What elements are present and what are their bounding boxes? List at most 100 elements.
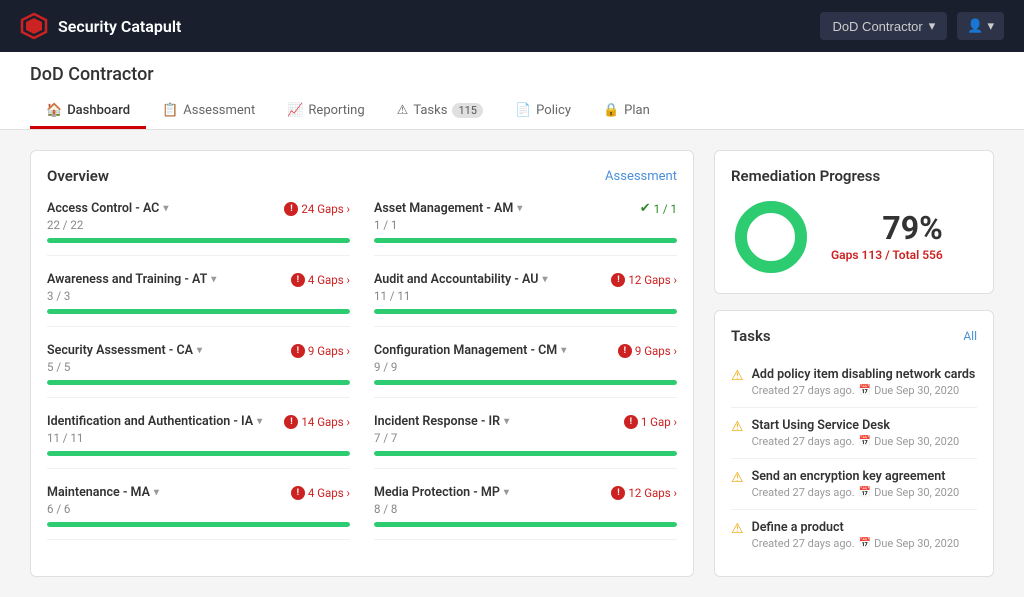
reporting-icon: 📈	[287, 103, 303, 118]
progress-bar	[47, 238, 350, 243]
gaps-info: Gaps 113 / Total 556	[831, 248, 943, 262]
remediation-panel: Remediation Progress 79% Gaps 113 / Tota…	[714, 150, 994, 294]
control-name[interactable]: Incident Response - IR ▾	[374, 414, 509, 429]
control-name[interactable]: Maintenance - MA ▾	[47, 485, 159, 500]
donut-chart	[731, 197, 811, 277]
task-title[interactable]: Add policy item disabling network cards	[752, 367, 976, 382]
control-header: Configuration Management - CM ▾ ! 9 Gaps…	[374, 343, 677, 358]
progress-bar	[374, 451, 677, 456]
control-header: Maintenance - MA ▾ ! 4 Gaps ›	[47, 485, 350, 500]
calendar-icon: 📅	[859, 436, 871, 447]
control-sub: 9 / 9	[374, 360, 677, 374]
control-item: Security Assessment - CA ▾ ! 9 Gaps › 5 …	[47, 343, 350, 398]
task-body: Send an encryption key agreement Created…	[752, 469, 960, 499]
progress-bar	[47, 309, 350, 314]
control-sub: 1 / 1	[374, 218, 677, 232]
control-sub: 8 / 8	[374, 502, 677, 516]
tab-policy-label: Policy	[536, 103, 571, 118]
warning-triangle-icon: ⚠	[731, 419, 744, 435]
tab-dashboard-label: Dashboard	[67, 103, 130, 118]
gaps-badge[interactable]: ! 1 Gap ›	[624, 415, 677, 429]
policy-icon: 📄	[515, 103, 531, 118]
tasks-list: ⚠ Add policy item disabling network card…	[731, 357, 977, 560]
control-name[interactable]: Asset Management - AM ▾	[374, 201, 522, 216]
tasks-title: Tasks	[731, 327, 771, 345]
calendar-icon: 📅	[859, 385, 871, 396]
gaps-badge[interactable]: ! 12 Gaps ›	[611, 486, 677, 500]
tab-plan-label: Plan	[624, 103, 650, 118]
gaps-badge[interactable]: ! 4 Gaps ›	[291, 273, 350, 287]
task-created: Created 27 days ago.	[752, 435, 855, 448]
tasks-icon: ⚠	[397, 103, 409, 118]
right-panels: Remediation Progress 79% Gaps 113 / Tota…	[714, 150, 994, 577]
tab-reporting[interactable]: 📈 Reporting	[271, 95, 380, 129]
tab-dashboard[interactable]: 🏠 Dashboard	[30, 95, 146, 129]
user-menu-button[interactable]: 👤 ▾	[957, 12, 1004, 40]
assessment-link[interactable]: Assessment	[605, 169, 677, 184]
home-icon: 🏠	[46, 103, 62, 118]
chevron-down-icon: ▾	[542, 274, 547, 285]
org-label: DoD Contractor	[832, 19, 922, 34]
task-title[interactable]: Send an encryption key agreement	[752, 469, 960, 484]
org-selector-button[interactable]: DoD Contractor ▾	[820, 12, 947, 40]
task-title[interactable]: Define a product	[752, 520, 960, 535]
overview-header: Overview Assessment	[47, 167, 677, 185]
warning-icon: !	[611, 273, 625, 287]
task-title[interactable]: Start Using Service Desk	[752, 418, 960, 433]
control-name[interactable]: Awareness and Training - AT ▾	[47, 272, 216, 287]
percent-value: 79%	[831, 212, 943, 244]
tasks-all-link[interactable]: All	[963, 329, 977, 343]
control-sub: 11 / 11	[47, 431, 350, 445]
warning-icon: !	[291, 273, 305, 287]
task-item: ⚠ Send an encryption key agreement Creat…	[731, 459, 977, 510]
gaps-badge: ✔ 1 / 1	[640, 201, 677, 216]
gaps-badge[interactable]: ! 24 Gaps ›	[284, 202, 350, 216]
task-due: 📅 Due Sep 30, 2020	[859, 537, 960, 550]
task-due: 📅 Due Sep 30, 2020	[859, 384, 960, 397]
gaps-badge[interactable]: ! 9 Gaps ›	[618, 344, 677, 358]
task-created: Created 27 days ago.	[752, 486, 855, 499]
gaps-badge[interactable]: ! 9 Gaps ›	[291, 344, 350, 358]
gaps-badge[interactable]: ! 4 Gaps ›	[291, 486, 350, 500]
gaps-badge[interactable]: ! 12 Gaps ›	[611, 273, 677, 287]
task-body: Add policy item disabling network cards …	[752, 367, 976, 397]
control-sub: 3 / 3	[47, 289, 350, 303]
progress-fill	[374, 380, 677, 385]
warning-icon: !	[291, 486, 305, 500]
progress-fill	[47, 309, 350, 314]
tab-tasks-label: Tasks	[413, 103, 447, 118]
control-name[interactable]: Media Protection - MP ▾	[374, 485, 509, 500]
chevron-down-icon: ▾	[517, 203, 522, 214]
control-header: Identification and Authentication - IA ▾…	[47, 414, 350, 429]
control-item: Asset Management - AM ▾ ✔ 1 / 1 1 / 1	[374, 201, 677, 256]
warning-icon: !	[284, 202, 298, 216]
tab-assessment[interactable]: 📋 Assessment	[146, 95, 271, 129]
tasks-panel: Tasks All ⚠ Add policy item disabling ne…	[714, 310, 994, 577]
tab-reporting-label: Reporting	[308, 103, 364, 118]
gaps-badge[interactable]: ! 14 Gaps ›	[284, 415, 350, 429]
brand-name: Security Catapult	[58, 17, 181, 36]
tab-tasks[interactable]: ⚠ Tasks 115	[381, 95, 499, 129]
tab-plan[interactable]: 🔒 Plan	[587, 95, 666, 129]
control-name[interactable]: Configuration Management - CM ▾	[374, 343, 566, 358]
remediation-content: 79% Gaps 113 / Total 556	[731, 197, 977, 277]
progress-fill	[374, 309, 677, 314]
task-item: ⚠ Define a product Created 27 days ago. …	[731, 510, 977, 560]
control-name[interactable]: Identification and Authentication - IA ▾	[47, 414, 262, 429]
tab-list: 🏠 Dashboard 📋 Assessment 📈 Reporting ⚠ T…	[30, 95, 994, 129]
controls-grid: Access Control - AC ▾ ! 24 Gaps › 22 / 2…	[47, 201, 677, 540]
task-created: Created 27 days ago.	[752, 384, 855, 397]
task-meta: Created 27 days ago. 📅 Due Sep 30, 2020	[752, 486, 960, 499]
control-name[interactable]: Security Assessment - CA ▾	[47, 343, 202, 358]
gaps-number: 113	[862, 248, 883, 262]
control-name[interactable]: Access Control - AC ▾	[47, 201, 168, 216]
nav-right: DoD Contractor ▾ 👤 ▾	[820, 12, 1004, 40]
control-item: Awareness and Training - AT ▾ ! 4 Gaps ›…	[47, 272, 350, 327]
tab-policy[interactable]: 📄 Policy	[499, 95, 587, 129]
task-meta: Created 27 days ago. 📅 Due Sep 30, 2020	[752, 384, 976, 397]
task-item: ⚠ Start Using Service Desk Created 27 da…	[731, 408, 977, 459]
control-name[interactable]: Audit and Accountability - AU ▾	[374, 272, 547, 287]
check-icon: ✔	[640, 201, 651, 216]
warning-icon: !	[618, 344, 632, 358]
warning-icon: !	[624, 415, 638, 429]
